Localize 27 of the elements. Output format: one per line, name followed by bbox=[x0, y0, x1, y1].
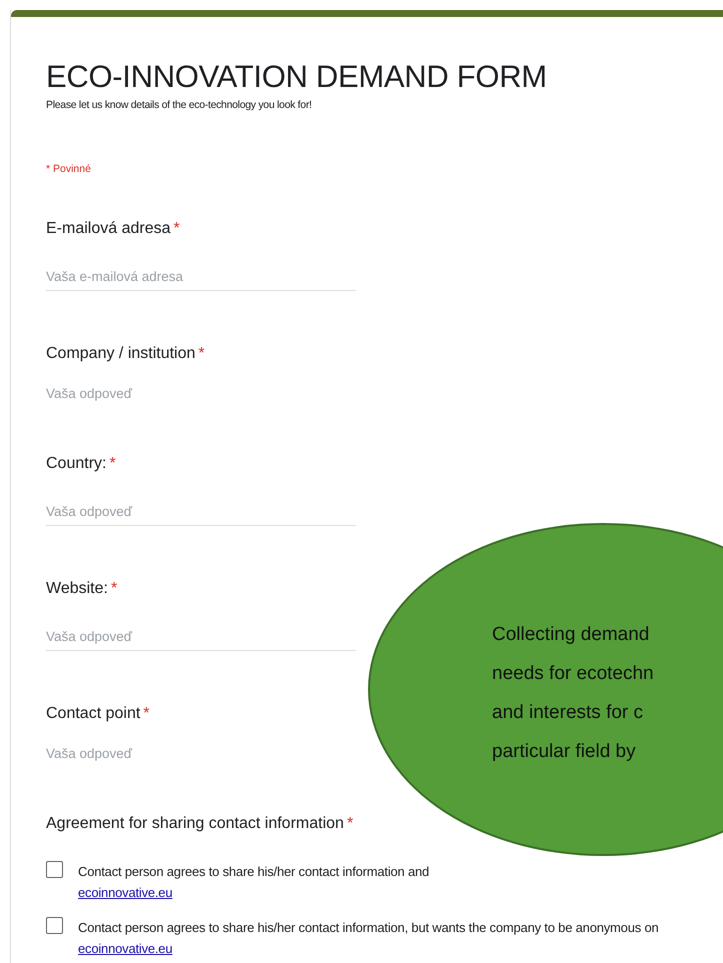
field-label: Company / institution bbox=[46, 345, 196, 362]
text-input-field[interactable]: Vaša e-mailová adresa bbox=[46, 263, 356, 291]
question-label: Agreement for sharing contact information bbox=[46, 815, 344, 832]
checkbox[interactable] bbox=[46, 861, 63, 878]
callout-text: Collecting demand needs for ecotechn and interests for c particular field by bbox=[492, 623, 655, 764]
checkbox[interactable] bbox=[46, 917, 63, 934]
field-label: Contact point bbox=[46, 705, 140, 722]
text-input-field[interactable]: Vaša odpoveď bbox=[46, 379, 356, 407]
required-asterisk: * bbox=[198, 345, 205, 362]
field-label: Country: bbox=[46, 455, 106, 472]
website-link[interactable]: ecoinnovative.eu bbox=[78, 941, 172, 956]
field-label: Website: bbox=[46, 580, 108, 597]
checkbox-label: Contact person agrees to share his/her contact information and ecoinnovative.eu bbox=[78, 863, 430, 902]
form-description: Please let us know details of the eco-technology you look for! bbox=[46, 99, 313, 111]
checkbox-label: Contact person agrees to share his/her contact information, but wants the company to be anonymous on ecoinnovative.eu bbox=[78, 919, 660, 958]
required-asterisk: * bbox=[110, 580, 118, 597]
website-link[interactable]: ecoinnovative.eu bbox=[78, 885, 172, 900]
form-title: ECO-INNOVATION DEMAND FORM bbox=[46, 58, 548, 96]
required-note: * Povinné bbox=[46, 163, 92, 175]
required-asterisk: * bbox=[109, 455, 116, 472]
required-asterisk: * bbox=[174, 220, 180, 237]
text-input-field[interactable]: Vaša odpoveď bbox=[46, 498, 356, 526]
text-input-field[interactable]: Vaša odpoveď bbox=[46, 623, 356, 651]
required-asterisk: * bbox=[143, 705, 150, 722]
required-asterisk: * bbox=[346, 815, 354, 832]
text-input-field[interactable]: Vaša odpoveď bbox=[46, 739, 356, 767]
field-label: E-mailová adresa bbox=[46, 220, 170, 237]
